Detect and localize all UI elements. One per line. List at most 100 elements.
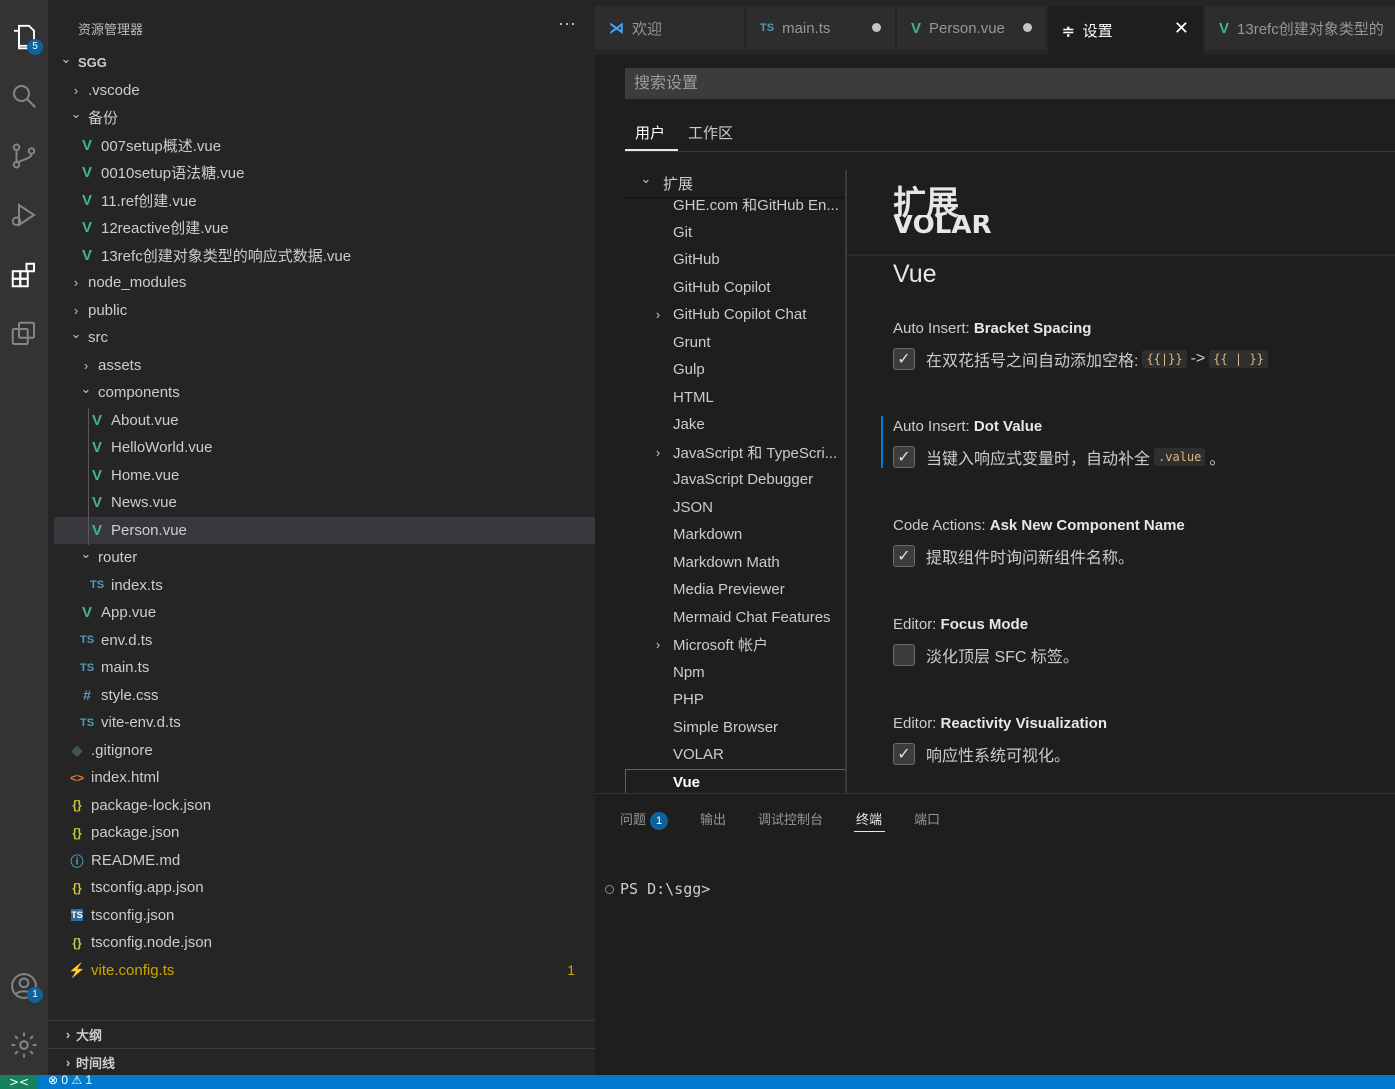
toc-item[interactable]: VOLAR xyxy=(625,741,846,769)
toc-item[interactable]: Markdown xyxy=(625,521,846,549)
remote-indicator[interactable]: >< xyxy=(0,1075,38,1089)
toc-item[interactable]: HTML xyxy=(625,384,846,412)
tab-main-ts[interactable]: TS main.ts xyxy=(746,6,896,50)
file-row[interactable]: V 12reactive创建.vue xyxy=(54,214,595,242)
tab-settings[interactable]: ≑ 设置 ✕ xyxy=(1048,6,1204,55)
setting-checkbox[interactable]: ✓ xyxy=(893,446,915,468)
tree-item-label: tsconfig.app.json xyxy=(91,879,204,897)
toc-item[interactable]: Jake xyxy=(625,411,846,439)
file-row[interactable]: V App.vue xyxy=(54,599,595,627)
tree-item-label: tsconfig.node.json xyxy=(91,934,212,952)
setting-checkbox[interactable] xyxy=(893,644,915,666)
file-row[interactable]: V News.vue xyxy=(54,489,595,517)
warning-count: 1 xyxy=(85,1075,93,1087)
problems-status[interactable]: ⊗ 0 ⚠ 1 xyxy=(48,1075,92,1087)
folder-row[interactable]: › node_modules xyxy=(54,269,595,297)
tab-welcome[interactable]: ⋊ 欢迎 xyxy=(595,6,745,50)
tab-user[interactable]: 用户 xyxy=(635,122,665,143)
setting-checkbox[interactable]: ✓ xyxy=(893,743,915,765)
file-row[interactable]: {} tsconfig.node.json xyxy=(54,929,595,957)
file-row[interactable]: V 13refc创建对象类型的响应式数据.vue xyxy=(54,242,595,270)
tab-person-vue[interactable]: V Person.vue xyxy=(897,6,1047,50)
setting-checkbox[interactable]: ✓ xyxy=(893,348,915,370)
folder-row[interactable]: ⌄ src xyxy=(54,324,595,352)
toc-item[interactable]: Mermaid Chat Features xyxy=(625,604,846,632)
toc-item[interactable]: PHP xyxy=(625,686,846,714)
file-row[interactable]: V 0010setup语法糖.vue xyxy=(54,159,595,187)
folder-row[interactable]: › assets xyxy=(54,352,595,380)
toc-item[interactable]: Media Previewer xyxy=(625,576,846,604)
folder-row[interactable]: › .vscode xyxy=(54,77,595,105)
unsaved-dot-icon xyxy=(1023,23,1032,32)
folder-row[interactable]: ⌄ SGG xyxy=(54,49,595,77)
toc-item[interactable]: Grunt xyxy=(625,329,846,357)
activity-bar: 5 1 xyxy=(0,0,48,1075)
tab-terminal[interactable]: 终端 xyxy=(856,809,882,828)
toc-item[interactable]: › GitHub Copilot Chat xyxy=(625,301,846,329)
folder-row[interactable]: ⌄ router xyxy=(54,544,595,572)
arrow-text: -> xyxy=(1190,350,1206,367)
folder-row[interactable]: ⌄ 备份 xyxy=(54,104,595,132)
check-icon: ✓ xyxy=(897,351,911,368)
toc-item[interactable]: GitHub Copilot xyxy=(625,274,846,302)
file-row[interactable]: V 11.ref创建.vue xyxy=(54,187,595,215)
toc-item[interactable]: › JavaScript 和 TypeScri... xyxy=(625,439,846,467)
toc-item[interactable]: GitHub xyxy=(625,246,846,274)
file-row[interactable]: {} package-lock.json xyxy=(54,792,595,820)
settings-gear-icon[interactable] xyxy=(0,1021,48,1069)
tab-debug-console[interactable]: 调试控制台 xyxy=(758,809,823,828)
chevron-down-icon: ⌄ xyxy=(80,380,92,396)
search-settings-input[interactable]: 搜索设置 xyxy=(625,68,1395,99)
search-icon[interactable] xyxy=(0,72,48,120)
file-row[interactable]: {} tsconfig.app.json xyxy=(54,874,595,902)
toc-item[interactable]: Git xyxy=(625,219,846,247)
file-row[interactable]: ⓘ README.md xyxy=(54,847,595,875)
tab-problems[interactable]: 问题 1 xyxy=(620,809,669,830)
settings-content: Vue Auto Insert: Bracket Spacing ✓ 在双花括号之间… xyxy=(847,170,1395,793)
file-row[interactable]: TS env.d.ts xyxy=(54,627,595,655)
file-row[interactable]: TS tsconfig.json xyxy=(54,902,595,930)
tab-workspace[interactable]: 工作区 xyxy=(688,122,733,143)
file-row[interactable]: V About.vue xyxy=(54,407,595,435)
file-row[interactable]: {} package.json xyxy=(54,819,595,847)
toc-item[interactable]: GHE.com 和GitHub En... xyxy=(625,191,846,219)
folder-row[interactable]: › public xyxy=(54,297,595,325)
toc-item[interactable]: Simple Browser xyxy=(625,714,846,742)
more-actions-icon[interactable]: ··· xyxy=(558,13,576,34)
file-row[interactable]: <> index.html xyxy=(54,764,595,792)
file-row[interactable]: V Person.vue xyxy=(54,516,595,544)
setting-checkbox[interactable]: ✓ xyxy=(893,545,915,567)
folder-row[interactable]: ⌄ components xyxy=(54,379,595,407)
toc-item[interactable]: JSON xyxy=(625,494,846,522)
terminal-line[interactable]: PS D:\sgg> xyxy=(605,880,710,898)
file-row[interactable]: ◆ .gitignore xyxy=(54,737,595,765)
file-row[interactable]: TS vite-env.d.ts xyxy=(54,709,595,737)
toc-item[interactable]: Vue xyxy=(625,768,846,793)
file-row[interactable]: # style.css xyxy=(54,682,595,710)
tab-ports[interactable]: 端口 xyxy=(914,809,940,828)
run-debug-icon[interactable] xyxy=(0,191,48,239)
toc-item[interactable]: JavaScript Debugger xyxy=(625,466,846,494)
accounts-icon[interactable]: 1 xyxy=(0,962,48,1010)
file-row[interactable]: ⚡ vite.config.ts 1 xyxy=(54,957,595,985)
file-row[interactable]: V HelloWorld.vue xyxy=(54,434,595,462)
file-row[interactable]: TS main.ts xyxy=(54,654,595,682)
remote-explorer-icon[interactable] xyxy=(0,310,48,358)
source-control-icon[interactable] xyxy=(0,132,48,180)
file-row[interactable]: TS index.ts xyxy=(54,572,595,600)
file-row[interactable]: V Home.vue xyxy=(54,462,595,490)
toc-item[interactable]: Npm xyxy=(625,659,846,687)
outline-section[interactable]: › 大纲 xyxy=(48,1020,595,1048)
toc-item[interactable]: Gulp xyxy=(625,356,846,384)
explorer-icon[interactable]: 5 xyxy=(0,13,48,61)
close-icon[interactable]: ✕ xyxy=(1174,18,1189,39)
toc-item-label: Grunt xyxy=(673,333,711,351)
toc-item[interactable]: › Microsoft 帐户 xyxy=(625,631,846,659)
tab-output[interactable]: 输出 xyxy=(700,809,726,828)
extensions-icon[interactable] xyxy=(0,251,48,299)
toc-item[interactable]: Markdown Math xyxy=(625,549,846,577)
setting-description: 响应性系统可视化。 xyxy=(926,748,1071,765)
file-row[interactable]: V 007setup概述.vue xyxy=(54,132,595,160)
tab-refc-vue[interactable]: V 13refc创建对象类型的 xyxy=(1205,6,1395,50)
timeline-section[interactable]: › 时间线 xyxy=(48,1048,595,1075)
